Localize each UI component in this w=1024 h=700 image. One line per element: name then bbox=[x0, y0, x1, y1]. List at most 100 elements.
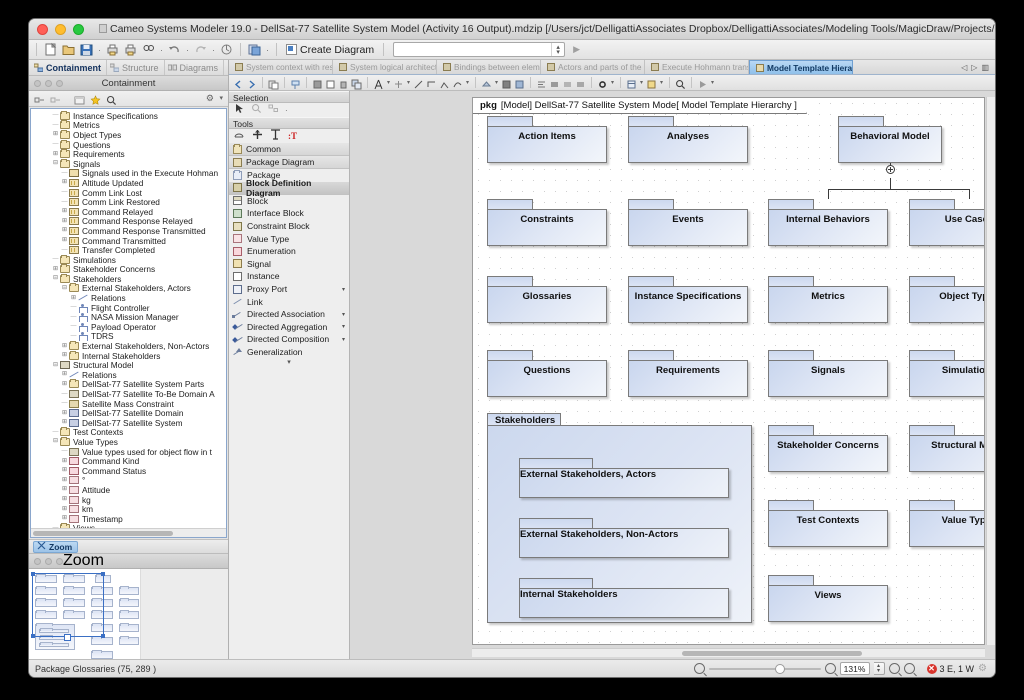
zoom-actual-icon[interactable] bbox=[904, 663, 915, 674]
image-icon[interactable] bbox=[501, 77, 512, 88]
tree-expander[interactable]: ⊞ bbox=[51, 150, 60, 159]
zoom-search-icon[interactable] bbox=[675, 77, 686, 88]
tree-item[interactable]: ⊞km bbox=[31, 504, 226, 514]
distribute-icon[interactable] bbox=[575, 77, 586, 88]
chevron-down-icon[interactable]: ▾ bbox=[342, 323, 345, 330]
tree-item[interactable]: ⊞Timestamp bbox=[31, 514, 226, 524]
tree-item[interactable]: ⊞Command Response Transmitted bbox=[31, 226, 226, 236]
save-icon[interactable] bbox=[79, 42, 94, 57]
tree-expander[interactable]: ⊞ bbox=[60, 178, 69, 187]
package-node[interactable]: External Stakeholders, Actors bbox=[519, 458, 729, 498]
more-icon[interactable]: · bbox=[285, 106, 288, 115]
tree-item[interactable]: —Payload Operator bbox=[31, 322, 226, 332]
tree-item[interactable]: ⊟External Stakeholders, Actors bbox=[31, 284, 226, 294]
paint-format-icon[interactable] bbox=[290, 77, 301, 88]
print-preview-icon[interactable] bbox=[123, 42, 138, 57]
package-node[interactable]: Behavioral Model bbox=[838, 116, 942, 163]
palette-item-block[interactable]: Block bbox=[229, 195, 349, 208]
rectilinear-icon[interactable] bbox=[426, 77, 437, 88]
tree-expander[interactable]: ⊞ bbox=[60, 226, 69, 235]
palette-item-directed-composition[interactable]: Directed Composition▾ bbox=[229, 333, 349, 346]
palette-item-value-type[interactable]: Value Type bbox=[229, 232, 349, 245]
perspective-combo[interactable]: ▴▾ bbox=[393, 42, 565, 57]
canvas-vertical-scrollbar[interactable] bbox=[986, 97, 995, 645]
tree-expander[interactable]: ⊞ bbox=[60, 409, 69, 418]
tree-expander[interactable]: ⊞ bbox=[60, 485, 69, 494]
tree-expander[interactable]: ⊞ bbox=[60, 380, 69, 389]
tree-item[interactable]: —DellSat-77 Satellite To-Be Domain A bbox=[31, 389, 226, 399]
font-caret-icon[interactable]: ▾ bbox=[386, 79, 391, 86]
palette-item-generalization[interactable]: Generalization bbox=[229, 346, 349, 359]
tree-expander[interactable]: ⊟ bbox=[51, 274, 60, 283]
tree-expander[interactable]: ⊞ bbox=[60, 207, 69, 216]
copy-style-icon[interactable] bbox=[268, 77, 279, 88]
package-node[interactable]: Events bbox=[628, 199, 748, 246]
play-icon[interactable] bbox=[697, 77, 708, 88]
back-icon[interactable] bbox=[233, 77, 244, 88]
undo-icon[interactable] bbox=[167, 42, 182, 57]
zoom-minimize-button[interactable] bbox=[45, 558, 52, 565]
package-node[interactable]: Action Items bbox=[487, 116, 607, 163]
tree-expander[interactable]: ⊞ bbox=[60, 370, 69, 379]
expand-all-icon[interactable] bbox=[50, 93, 61, 104]
tree-expander[interactable]: ⊟ bbox=[51, 437, 60, 446]
clipboard-icon[interactable] bbox=[325, 77, 336, 88]
package-node[interactable]: Simulations bbox=[909, 350, 985, 397]
bezier-icon[interactable] bbox=[452, 77, 463, 88]
palette-item-package[interactable]: Package bbox=[229, 169, 349, 182]
fill-caret-icon[interactable]: ▾ bbox=[494, 79, 499, 86]
align-center-icon[interactable] bbox=[549, 77, 560, 88]
palette-group-common[interactable]: Common bbox=[229, 143, 349, 156]
palette-item-instance[interactable]: Instance bbox=[229, 270, 349, 283]
palette-item-constraint-block[interactable]: Constraint Block bbox=[229, 220, 349, 233]
package-node[interactable]: Glossaries bbox=[487, 276, 607, 323]
layout-caret-icon[interactable]: ▾ bbox=[639, 79, 644, 86]
print-icon[interactable] bbox=[105, 42, 120, 57]
zoom-slider[interactable] bbox=[709, 663, 821, 675]
tree-item[interactable]: —Comm Link Lost bbox=[31, 188, 226, 198]
duplicate-icon[interactable] bbox=[351, 77, 362, 88]
palette-item-signal[interactable]: Signal bbox=[229, 258, 349, 271]
package-node[interactable]: Views bbox=[768, 575, 888, 622]
zoom-fit-icon[interactable] bbox=[889, 663, 900, 674]
settings-icon[interactable] bbox=[597, 77, 608, 88]
tree-expander[interactable]: ⊞ bbox=[51, 265, 60, 274]
paste-icon[interactable] bbox=[247, 42, 262, 57]
diagram-tab[interactable]: System logical architect... bbox=[333, 60, 437, 74]
package-node[interactable]: Object Types bbox=[909, 276, 985, 323]
diagram-tab[interactable]: Model Template Hierarchy× bbox=[749, 60, 853, 74]
settings-caret-icon[interactable]: ▾ bbox=[610, 79, 615, 86]
line-caret-icon[interactable]: ▾ bbox=[465, 79, 470, 86]
tree-item[interactable]: ⊞Command Kind bbox=[31, 456, 226, 466]
favorite-star-icon[interactable] bbox=[90, 93, 101, 104]
zoom-handle-br[interactable] bbox=[101, 634, 105, 638]
align-left-icon[interactable] bbox=[536, 77, 547, 88]
diagram-tab[interactable]: System context with resp... bbox=[229, 60, 333, 74]
chevron-down-icon[interactable]: ▾ bbox=[219, 94, 223, 102]
tree-expander[interactable]: ⊞ bbox=[69, 294, 78, 303]
align-right-icon[interactable] bbox=[562, 77, 573, 88]
tree-item[interactable]: ⊞Relations bbox=[31, 293, 226, 303]
package-node[interactable]: Analyses bbox=[628, 116, 748, 163]
zoom-handle-bottom[interactable] bbox=[64, 634, 71, 641]
tree-item[interactable]: —Test Contexts bbox=[31, 428, 226, 438]
tab-diagrams[interactable]: Diagrams bbox=[165, 60, 225, 75]
package-node[interactable]: Structural Model bbox=[909, 425, 985, 472]
text-icon[interactable]: :T bbox=[288, 131, 297, 141]
package-node[interactable]: External Stakeholders, Non-Actors bbox=[519, 518, 729, 558]
fill-color-icon[interactable] bbox=[312, 77, 323, 88]
containment-tree[interactable]: —Instance Specifications—Metrics⊞Object … bbox=[30, 108, 227, 538]
tree-item[interactable]: —NASA Mission Manager bbox=[31, 312, 226, 322]
tab-list-icon[interactable]: ▥ bbox=[981, 63, 989, 72]
package-node[interactable]: Value Types bbox=[909, 500, 985, 547]
zoom-out-icon[interactable] bbox=[694, 663, 705, 674]
tree-item[interactable]: ⊞Object Types bbox=[31, 130, 226, 140]
tree-item[interactable]: ⊞DellSat-77 Satellite System bbox=[31, 418, 226, 428]
legend-caret-icon[interactable]: ▾ bbox=[659, 79, 664, 86]
zoom-handle-bl[interactable] bbox=[31, 634, 35, 638]
tree-item[interactable]: ⊟Signals bbox=[31, 159, 226, 169]
tree-expander[interactable]: ⊞ bbox=[60, 418, 69, 427]
zoom-stepper[interactable]: ▴▾ bbox=[874, 662, 885, 675]
validation-status[interactable]: ✕ 3 E, 1 W bbox=[927, 664, 975, 674]
tree-item[interactable]: —Instance Specifications bbox=[31, 111, 226, 121]
